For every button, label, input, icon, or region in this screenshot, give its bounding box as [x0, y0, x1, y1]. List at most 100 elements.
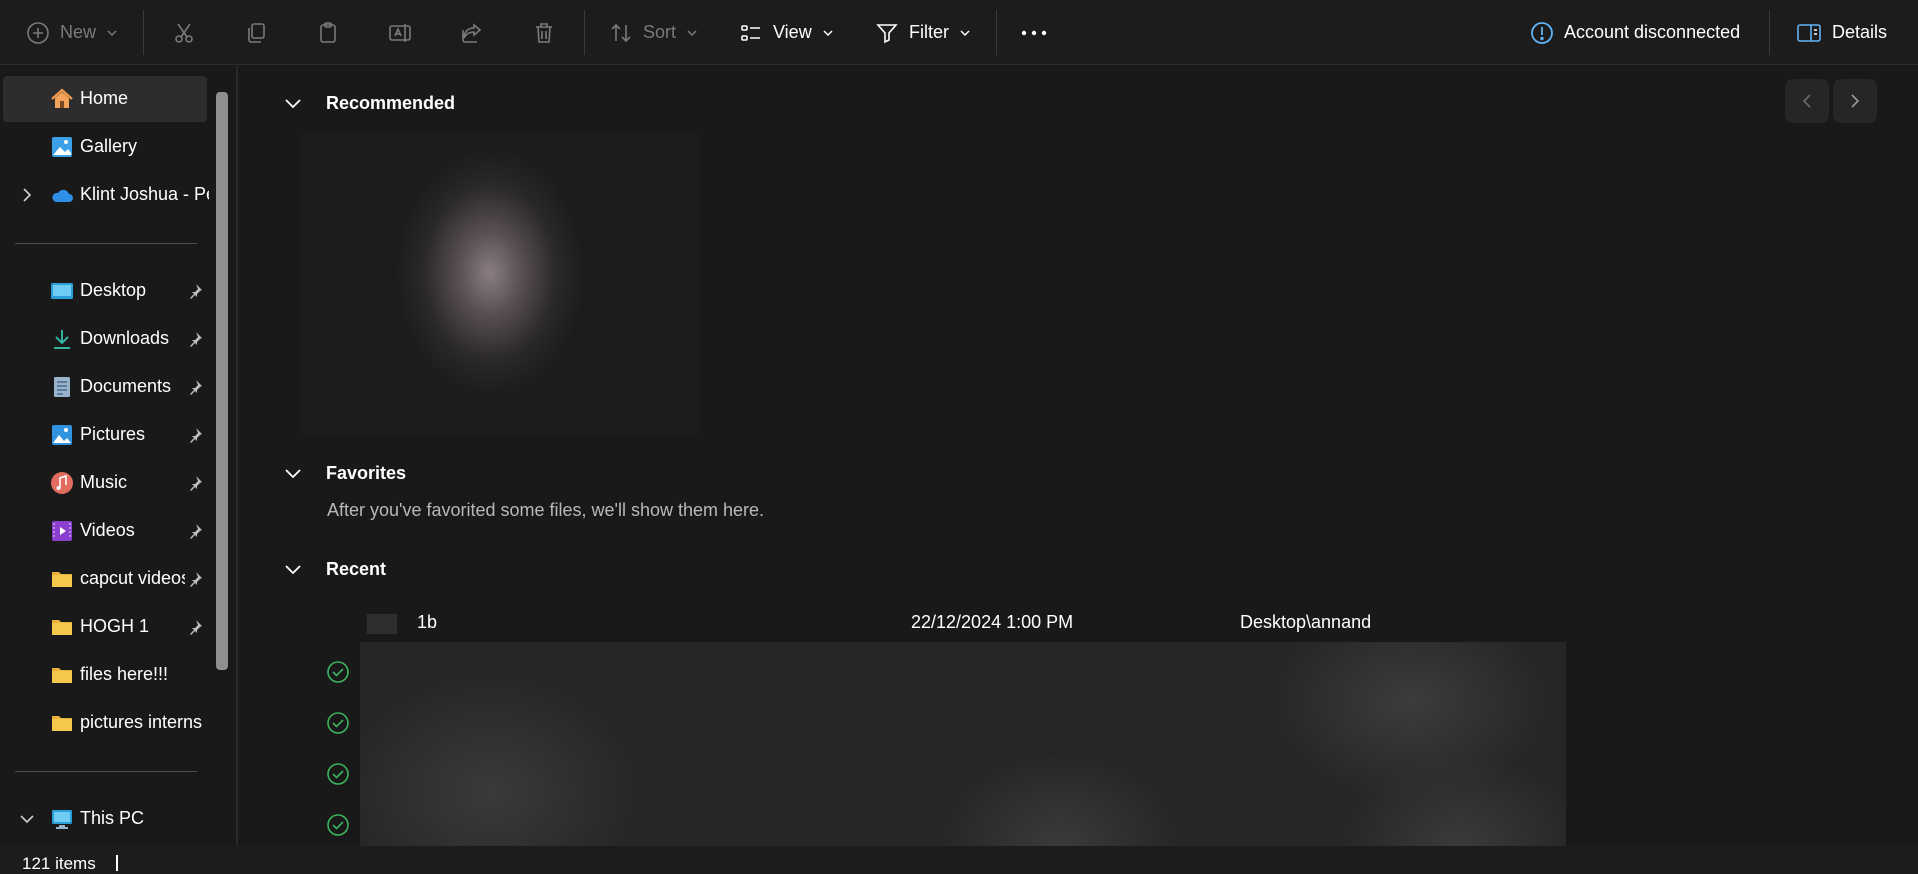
clipboard-icon	[316, 21, 340, 45]
pictures-icon	[50, 423, 74, 447]
home-icon	[50, 87, 74, 111]
pane-divider[interactable]	[236, 66, 238, 846]
sidebar-item-label: capcut videos	[80, 568, 185, 588]
add-icon	[26, 21, 50, 45]
carousel-next-button[interactable]	[1833, 79, 1877, 123]
status-divider	[116, 855, 118, 871]
chevron-left-icon	[1798, 92, 1816, 110]
file-name: 1b	[417, 612, 438, 632]
chevron-down-icon[interactable]	[19, 811, 35, 827]
file-type-icon	[367, 614, 397, 634]
sidebar-divider	[15, 771, 197, 772]
recommended-file-thumbnail[interactable]	[300, 133, 700, 435]
onedrive-cloud-icon	[50, 183, 74, 207]
recent-section-header[interactable]: Recent	[282, 554, 386, 584]
pin-icon[interactable]	[187, 619, 203, 635]
chevron-right-icon	[1846, 92, 1864, 110]
rename-button[interactable]	[388, 0, 412, 65]
command-bar: New Sort View Filter Account disconnecte…	[0, 0, 1918, 65]
sidebar-item-label: files here!!!	[80, 664, 169, 684]
sidebar-item-onedrive[interactable]: Klint Joshua - Pe	[3, 172, 209, 218]
cut-button[interactable]	[172, 0, 196, 65]
sidebar-item-label: pictures interns	[80, 712, 203, 732]
sidebar-item-home[interactable]: Home	[3, 76, 207, 122]
toolbar-divider	[143, 10, 144, 55]
sidebar-item-label: Klint Joshua - Pe	[80, 184, 209, 204]
chevron-down-icon	[686, 27, 698, 39]
view-button-label: View	[773, 22, 812, 42]
sidebar-item-label: Downloads	[80, 328, 170, 348]
chevron-down-icon[interactable]	[282, 462, 304, 484]
sidebar-item-pictures[interactable]: Pictures	[3, 412, 207, 458]
chevron-right-icon[interactable]	[19, 187, 35, 203]
chevron-down-icon[interactable]	[282, 558, 304, 580]
recent-files-list[interactable]	[360, 642, 1566, 874]
more-options-button[interactable]	[1020, 0, 1048, 65]
computer-icon	[50, 807, 74, 831]
view-list-icon	[739, 21, 763, 45]
pin-icon[interactable]	[187, 427, 203, 443]
navigation-pane: Home Gallery Klint Joshua - Pe Desktop D…	[0, 66, 236, 846]
details-button-label: Details	[1832, 22, 1888, 42]
gallery-icon	[50, 135, 74, 159]
chevron-down-icon	[959, 27, 971, 39]
filter-funnel-icon	[875, 21, 899, 45]
view-button[interactable]: View	[739, 0, 834, 65]
downloads-icon	[50, 327, 74, 351]
sort-button[interactable]: Sort	[609, 0, 698, 65]
filter-button[interactable]: Filter	[875, 0, 971, 65]
sidebar-item-documents[interactable]: Documents	[3, 364, 207, 410]
desktop-icon	[50, 279, 74, 303]
new-button[interactable]: New	[26, 0, 118, 65]
more-dots-icon	[1020, 21, 1048, 45]
sidebar-scrollbar[interactable]	[216, 92, 228, 670]
pin-icon[interactable]	[187, 331, 203, 347]
sidebar-item-downloads[interactable]: Downloads	[3, 316, 207, 362]
copy-icon	[244, 21, 268, 45]
chevron-down-icon	[822, 27, 834, 39]
favorites-section-header[interactable]: Favorites	[282, 458, 406, 488]
sidebar-item-this-pc[interactable]: This PC	[3, 796, 207, 842]
sidebar-item-files-here[interactable]: files here!!!	[3, 652, 207, 698]
sort-button-label: Sort	[643, 22, 677, 42]
sidebar-item-capcut-videos[interactable]: capcut videos	[3, 556, 207, 602]
videos-icon	[50, 519, 74, 543]
pin-icon[interactable]	[187, 283, 203, 299]
folder-icon	[50, 567, 74, 591]
sidebar-item-hogh-1[interactable]: HOGH 1	[3, 604, 207, 650]
pin-icon[interactable]	[187, 523, 203, 539]
sidebar-item-label: Music	[80, 472, 128, 492]
sidebar-item-pictures-interns[interactable]: pictures interns	[3, 700, 207, 746]
sidebar-item-label: Desktop	[80, 280, 147, 300]
section-title: Recommended	[326, 92, 456, 113]
recommended-section-header[interactable]: Recommended	[282, 88, 455, 118]
sidebar-item-label: This PC	[80, 808, 145, 828]
sync-status-check-icon	[326, 711, 350, 735]
share-button[interactable]	[460, 0, 484, 65]
chevron-down-icon[interactable]	[282, 92, 304, 114]
carousel-previous-button[interactable]	[1785, 79, 1829, 123]
pin-icon[interactable]	[187, 379, 203, 395]
sidebar-item-label: Documents	[80, 376, 172, 396]
toolbar-divider	[1769, 10, 1770, 55]
delete-button[interactable]	[532, 0, 556, 65]
sidebar-item-videos[interactable]: Videos	[3, 508, 207, 554]
pin-icon[interactable]	[187, 571, 203, 587]
sidebar-item-label: Pictures	[80, 424, 146, 444]
sidebar-item-music[interactable]: Music	[3, 460, 207, 506]
sync-status-check-icon	[326, 762, 350, 786]
pin-icon[interactable]	[187, 475, 203, 491]
details-pane-button[interactable]: Details	[1796, 0, 1887, 65]
filter-button-label: Filter	[909, 22, 949, 42]
sidebar-item-gallery[interactable]: Gallery	[3, 124, 207, 170]
account-status-button[interactable]: Account disconnected	[1530, 0, 1740, 65]
folder-icon	[50, 711, 74, 735]
sidebar-item-desktop[interactable]: Desktop	[3, 268, 207, 314]
share-icon	[460, 21, 484, 45]
copy-button[interactable]	[244, 0, 268, 65]
file-date-modified: 22/12/2024 1:00 PM	[911, 612, 1074, 632]
sidebar-item-label: HOGH 1	[80, 616, 150, 636]
paste-button[interactable]	[316, 0, 340, 65]
folder-icon	[50, 615, 74, 639]
details-pane-icon	[1796, 21, 1822, 45]
